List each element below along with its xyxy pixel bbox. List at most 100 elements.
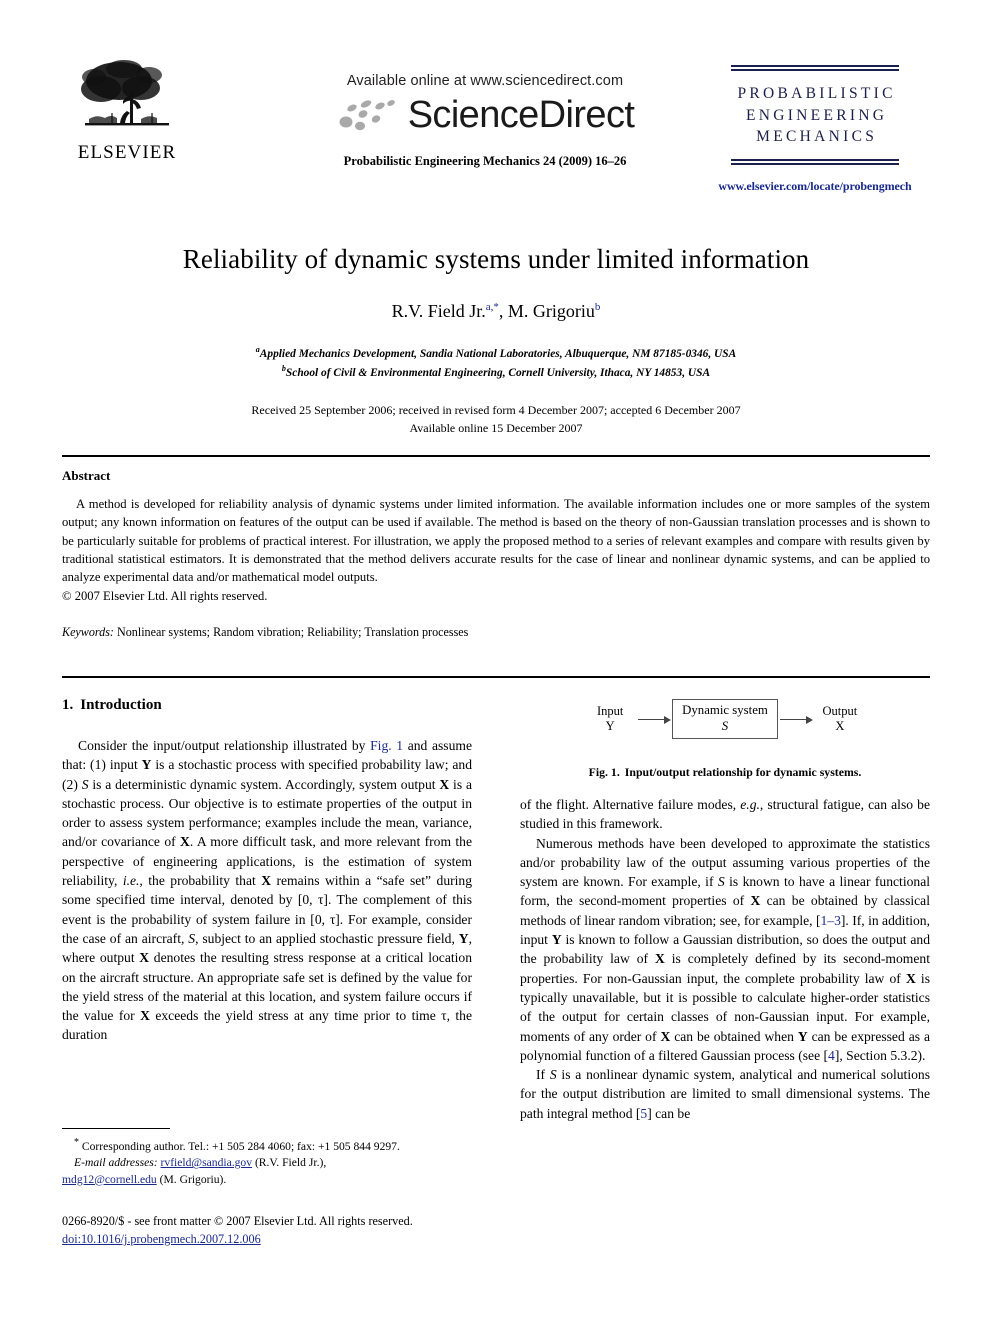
elsevier-wordmark: ELSEVIER — [77, 142, 177, 163]
citation-4[interactable]: 4 — [828, 1048, 835, 1063]
affiliation-b: bSchool of Civil & Environmental Enginee… — [62, 363, 930, 381]
available-online-line: Available online 15 December 2007 — [409, 421, 583, 436]
sciencedirect-wordmark: ScienceDirect — [407, 94, 635, 136]
figure-1: Input Y Dynamic system S Output X Fig. 1… — [520, 695, 930, 780]
title-block: Reliability of dynamic systems under lim… — [62, 243, 930, 437]
arrow-right-icon — [636, 713, 672, 725]
figure-system-label: Dynamic system — [682, 702, 768, 717]
journal-masthead-block: PROBABILISTIC ENGINEERING MECHANICS www.… — [700, 65, 930, 194]
email-link-1[interactable]: rvfield@sandia.gov — [161, 1156, 253, 1169]
email-owner-1: (R.V. Field Jr.), — [254, 1156, 327, 1170]
doi-link[interactable]: doi:10.1016/j.probengmech.2007.12.006 — [62, 1230, 502, 1248]
p1-sym-X4: X — [139, 950, 150, 966]
body-top-rule — [62, 676, 930, 678]
figure-1-reference-link[interactable]: Fig. 1 — [370, 738, 403, 753]
section-heading: 1. Introduction — [62, 697, 472, 714]
p1-sym-Y: Y — [141, 757, 152, 773]
p1-sym-Y2: Y — [458, 930, 469, 946]
received-line: Received 25 September 2006; received in … — [251, 403, 741, 418]
figure-output-label-text: Output — [822, 703, 858, 718]
figure-output-label: Output X — [814, 704, 866, 735]
sciencedirect-block: Available online at www.sciencedirect.co… — [270, 73, 700, 169]
footnote-block: * Corresponding author. Tel.: +1 505 284… — [62, 1128, 472, 1188]
p1-sym-X: X — [439, 776, 450, 792]
p1-seg-6: is a deterministic dynamic system. Accor… — [88, 776, 440, 792]
affiliation-b-text: School of Civil & Environmental Engineer… — [285, 366, 711, 379]
masthead: ELSEVIER Available online at www.science… — [62, 55, 930, 195]
p1-sym-X2: X — [180, 834, 190, 850]
sciencedirect-swoosh-icon — [339, 100, 395, 131]
corresponding-author-text: Corresponding author. Tel.: +1 505 284 4… — [81, 1139, 400, 1153]
figure-1-caption: Fig. 1. Input/output relationship for dyn… — [520, 765, 930, 780]
masthead-rule-bottom — [731, 158, 899, 165]
right-paragraph-continuation: of the flight. Alternative failure modes… — [520, 797, 930, 832]
paper-page: ELSEVIER Available online at www.science… — [0, 0, 992, 1323]
abstract-copyright: © 2007 Elsevier Ltd. All rights reserved… — [62, 589, 268, 604]
arrow-right-icon-2 — [778, 713, 814, 725]
email-owner-2: (M. Grigoriu). — [159, 1172, 227, 1186]
available-online-text: Available online at www.sciencedirect.co… — [346, 73, 624, 89]
p1-sym-X3: X — [261, 873, 272, 889]
corresponding-author-note: * Corresponding author. Tel.: +1 505 284… — [62, 1136, 472, 1155]
figure-system-box: Dynamic system S — [672, 698, 778, 740]
journal-masthead-line-2: ENGINEERING — [745, 106, 888, 124]
figure-system-symbol: S — [721, 718, 729, 733]
right-paragraph-2: Numerous methods have been developed to … — [520, 835, 930, 1063]
p1-ie: i.e. — [122, 873, 140, 889]
author-name-2: M. Grigoriu — [507, 301, 595, 322]
affiliation-a: aApplied Mechanics Development, Sandia N… — [62, 344, 930, 362]
keywords-value: Nonlinear systems; Random vibration; Rel… — [117, 624, 469, 639]
abstract-heading: Abstract — [62, 468, 111, 483]
journal-reference: Probabilistic Engineering Mechanics 24 (… — [343, 154, 627, 168]
journal-url-link[interactable]: www.elsevier.com/locate/probengmech — [700, 179, 930, 194]
intro-paragraph-1: Consider the input/output relationship i… — [62, 736, 472, 1045]
right-column: of the flight. Alternative failure modes… — [520, 795, 930, 1123]
p1-sym-X5: X — [140, 1008, 150, 1024]
page-title: Reliability of dynamic systems under lim… — [182, 244, 810, 274]
corresponding-author-marker: * — [74, 1137, 79, 1148]
affiliations: aApplied Mechanics Development, Sandia N… — [62, 344, 930, 381]
author-separator: , — [498, 301, 508, 322]
author-name-1: R.V. Field Jr. — [391, 301, 486, 322]
figure-output-symbol: X — [835, 719, 845, 733]
email-link-2[interactable]: mdg12@cornell.edu — [62, 1173, 157, 1186]
right-paragraph-3: If S is a nonlinear dynamic system, anal… — [520, 1067, 930, 1121]
keywords-label: Keywords: — [62, 624, 114, 639]
elsevier-publisher-block: ELSEVIER — [62, 55, 192, 164]
journal-masthead-line-3: MECHANICS — [756, 128, 878, 146]
abstract-section: Abstract A method is developed for relia… — [62, 468, 930, 640]
email-addresses-line-1: E-mail addresses: rvfield@sandia.gov (R.… — [62, 1155, 472, 1171]
p1-seg-12: , the probability that — [139, 873, 262, 889]
abstract-body: A method is developed for reliability an… — [62, 497, 930, 584]
figure-caption-number: Fig. 1. — [588, 765, 620, 779]
masthead-rule-top — [731, 65, 899, 72]
p1-sym-S: S — [81, 776, 89, 792]
email-addresses-label: E-mail addresses: — [74, 1156, 158, 1170]
author-2-marks[interactable]: b — [595, 301, 601, 313]
figure-input-symbol: Y — [605, 719, 615, 733]
sciencedirect-logo: ScienceDirect — [270, 96, 700, 134]
p1-seg-0: Consider the input/output relationship i… — [78, 738, 371, 753]
issn-front-matter-line: 0266-8920/$ - see front matter © 2007 El… — [62, 1214, 413, 1228]
abstract-top-rule — [62, 455, 930, 457]
figure-1-diagram: Input Y Dynamic system S Output X — [520, 695, 930, 743]
affiliation-a-text: Applied Mechanics Development, Sandia Na… — [259, 348, 737, 361]
keywords-line: Keywords: Nonlinear systems; Random vibr… — [62, 625, 930, 640]
section-number: 1. — [62, 697, 74, 713]
author-list: R.V. Field Jr.a,*, M. Grigoriub — [62, 301, 930, 322]
figure-input-label-text: Input — [596, 703, 624, 718]
email-addresses-line-2: mdg12@cornell.edu (M. Grigoriu). — [62, 1172, 472, 1188]
footnote-rule — [62, 1128, 170, 1129]
figure-input-label: Input Y — [584, 704, 636, 735]
imprint-block: 0266-8920/$ - see front matter © 2007 El… — [62, 1212, 502, 1249]
section-title: Introduction — [80, 697, 162, 713]
elsevier-tree-logo-icon — [81, 60, 169, 126]
figure-caption-text: Input/output relationship for dynamic sy… — [624, 765, 862, 779]
citation-5[interactable]: 5 — [640, 1106, 647, 1121]
author-1-marks[interactable]: a,* — [486, 301, 499, 313]
journal-masthead-line-1: PROBABILISTIC — [737, 85, 896, 103]
publication-dates: Received 25 September 2006; received in … — [62, 401, 930, 437]
citation-1-3[interactable]: 1–3 — [821, 913, 841, 928]
p1-seg-16: , subject to an applied stochastic press… — [195, 930, 459, 946]
left-column: 1. Introduction Consider the input/output… — [62, 697, 472, 1045]
